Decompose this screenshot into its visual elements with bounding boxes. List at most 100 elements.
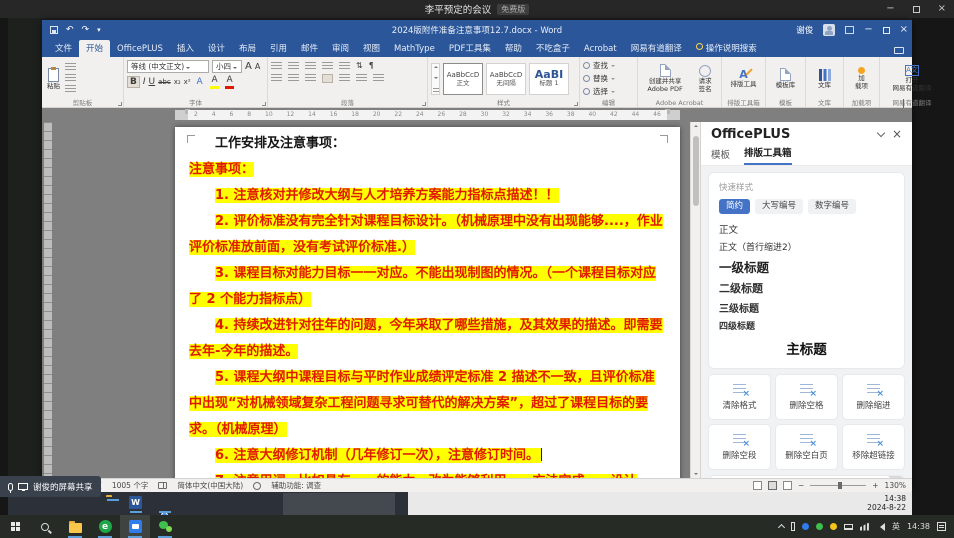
justify-icon[interactable] — [322, 74, 333, 83]
word-restore-button[interactable] — [883, 27, 890, 34]
ribbon-tab[interactable]: 审阅 — [325, 40, 356, 57]
ocr-card[interactable]: 图片转文字 一键快速识别图片中的文字并编辑 — [709, 476, 904, 478]
ribbon-tab[interactable]: 不吃盒子 — [529, 40, 577, 57]
ribbon-tab[interactable]: PDF工具集 — [442, 40, 498, 57]
meeting-maximize-button[interactable] — [913, 6, 920, 13]
ribbon-tab[interactable]: 操作说明搜索 — [689, 40, 764, 57]
proofing-icon[interactable] — [158, 482, 167, 489]
bold-button[interactable]: B — [127, 76, 140, 88]
tray-expand-icon[interactable] — [778, 524, 785, 531]
ribbon-display-options-icon[interactable] — [845, 26, 854, 34]
addins-button[interactable]: 加 载项 — [853, 66, 870, 91]
taskbar-file-explorer[interactable] — [60, 515, 90, 538]
taskbar-clock[interactable]: 14:38 — [907, 522, 930, 531]
language-indicator[interactable]: 简体中文(中国大陆) — [177, 480, 243, 491]
font-name-select[interactable]: 等线 (中文正文) — [127, 60, 209, 73]
open-translate-button[interactable]: A文 打开 网易有道翻译 — [891, 64, 934, 93]
subscript-button[interactable]: x₂ — [174, 77, 181, 87]
ribbon-tab[interactable]: 文件 — [48, 40, 79, 57]
align-center-icon[interactable] — [288, 74, 299, 83]
accessibility-status[interactable]: 辅助功能: 调查 — [271, 480, 321, 491]
superscript-button[interactable]: x² — [184, 77, 191, 87]
line-spacing-icon[interactable] — [339, 74, 350, 83]
editing-item[interactable]: 替换 — [583, 72, 615, 84]
doc-paragraph[interactable]: 2. 评价标准没有完全针对课程目标设计。（机械原理中没有出现能够....，作业评… — [189, 209, 666, 261]
network-icon[interactable] — [860, 523, 869, 531]
undo-icon[interactable]: ↶ — [66, 25, 74, 35]
pilcrow-icon[interactable]: ¶ — [369, 61, 374, 71]
italic-button[interactable]: I — [143, 77, 146, 87]
read-mode-icon[interactable] — [753, 481, 762, 490]
redo-icon[interactable]: ↷ — [82, 25, 90, 35]
increase-indent-icon[interactable] — [339, 62, 350, 71]
underline-button[interactable]: U — [149, 77, 156, 87]
shrink-font-button[interactable]: A — [255, 62, 260, 72]
strikethrough-button[interactable]: abc — [158, 77, 171, 87]
pane-style-item[interactable]: 三级标题 — [719, 296, 894, 315]
remote-clock[interactable]: 14:38 2024-8-22 — [867, 494, 906, 512]
style-scheme-chip[interactable]: 数字编号 — [808, 199, 856, 214]
styles-dialog-launcher-icon[interactable] — [574, 102, 578, 106]
style-scheme-chip[interactable]: 大写编号 — [755, 199, 803, 214]
pane-style-item[interactable]: 二级标题 — [719, 276, 894, 296]
style-scheme-chip[interactable]: 简约 — [719, 199, 750, 214]
font-dialog-launcher-icon[interactable] — [262, 102, 266, 106]
zoom-out-button[interactable]: − — [798, 481, 804, 490]
styles-scroll-up-icon[interactable] — [434, 64, 438, 68]
start-button[interactable] — [0, 515, 30, 538]
layout-tool-button[interactable]: 删除缩进 — [843, 375, 904, 419]
pane-tab[interactable]: 模板 — [711, 147, 730, 165]
pane-style-item[interactable]: 正文 — [719, 218, 894, 236]
document-page[interactable]: 工作安排及注意事项： 注意事项： 1. 注意核对并修改大纲与人才培养方案能力指标… — [175, 127, 680, 478]
editing-item[interactable]: 选择 — [583, 85, 615, 97]
layout-tools-button[interactable]: A 排版工具 — [729, 68, 759, 89]
collapse-ribbon-icon[interactable] — [903, 99, 909, 105]
ribbon-tab[interactable]: 开始 — [79, 40, 110, 57]
meeting-close-button[interactable]: × — [938, 4, 946, 14]
taskbar-search-button[interactable] — [30, 515, 60, 538]
doc-paragraph[interactable]: 6. 注意大纲修订机制（几年修订一次），注意修订时间。 — [189, 443, 666, 469]
font-size-select[interactable]: 小四 — [212, 60, 242, 73]
layout-tool-button[interactable]: 删除空格 — [776, 375, 837, 419]
style-chip[interactable]: AaBI 标题 1 — [529, 63, 569, 95]
doc-paragraph[interactable]: 1. 注意核对并修改大纲与人才培养方案能力指标点描述！！ — [189, 183, 666, 209]
pane-close-icon[interactable]: × — [892, 128, 902, 140]
tray-app-yellow-icon[interactable] — [830, 523, 837, 530]
save-icon[interactable] — [50, 26, 58, 34]
taskbar-meeting-app[interactable] — [120, 515, 150, 538]
vertical-ruler[interactable] — [44, 122, 52, 478]
scroll-down-icon[interactable] — [694, 473, 698, 477]
align-right-icon[interactable] — [305, 74, 316, 83]
doc-paragraph[interactable]: 7. 注意用词，比如具有……的能力，改为能够利用……方法完成……设计 — [189, 469, 666, 478]
pane-style-item[interactable]: 四级标题 — [719, 315, 894, 332]
layout-tool-button[interactable]: 删除空白页 — [776, 425, 837, 469]
ribbon-tab[interactable]: Acrobat — [577, 42, 624, 57]
styles-scroll-down-icon[interactable] — [434, 77, 438, 81]
document-canvas[interactable]: 工作安排及注意事项： 注意事项： 1. 注意核对并修改大纲与人才培养方案能力指标… — [42, 122, 700, 478]
scroll-up-icon[interactable] — [694, 123, 698, 127]
grow-font-button[interactable]: A — [245, 62, 252, 72]
word-count[interactable]: 1005 个字 — [112, 480, 148, 491]
ribbon-tab[interactable]: 引用 — [263, 40, 294, 57]
ribbon-tab[interactable]: 视图 — [356, 40, 387, 57]
cut-icon[interactable] — [65, 63, 76, 72]
account-name[interactable]: 谢俊 — [796, 24, 813, 36]
doc-paragraph[interactable]: 4. 持续改进针对往年的问题，今年采取了哪些措施，及其效果的描述。即需要 去年-… — [189, 313, 666, 365]
tray-device-icon[interactable] — [844, 524, 853, 530]
tray-app-green-icon[interactable] — [816, 523, 823, 530]
styles-gallery-scrollbar[interactable] — [431, 63, 440, 95]
volume-icon[interactable] — [876, 523, 885, 531]
print-layout-icon[interactable] — [768, 481, 777, 490]
layout-tool-button[interactable]: 清除格式 — [709, 375, 770, 419]
pane-style-item[interactable]: 正文（首行缩进2） — [719, 236, 894, 253]
style-chip[interactable]: AaBbCcD 正文 — [443, 63, 483, 95]
layout-tool-button[interactable]: 删除空段 — [709, 425, 770, 469]
zoom-in-button[interactable]: + — [872, 481, 878, 490]
horizontal-ruler[interactable]: 2468101214161820222426283032343638404244… — [42, 108, 912, 122]
style-chip[interactable]: AaBbCcD 无间隔 — [486, 63, 526, 95]
zoom-level[interactable]: 130% — [885, 481, 906, 490]
font-color-button[interactable]: A — [224, 75, 236, 89]
format-painter-icon[interactable] — [65, 85, 76, 94]
ribbon-tab[interactable]: 邮件 — [294, 40, 325, 57]
multilevel-list-icon[interactable] — [305, 62, 316, 71]
